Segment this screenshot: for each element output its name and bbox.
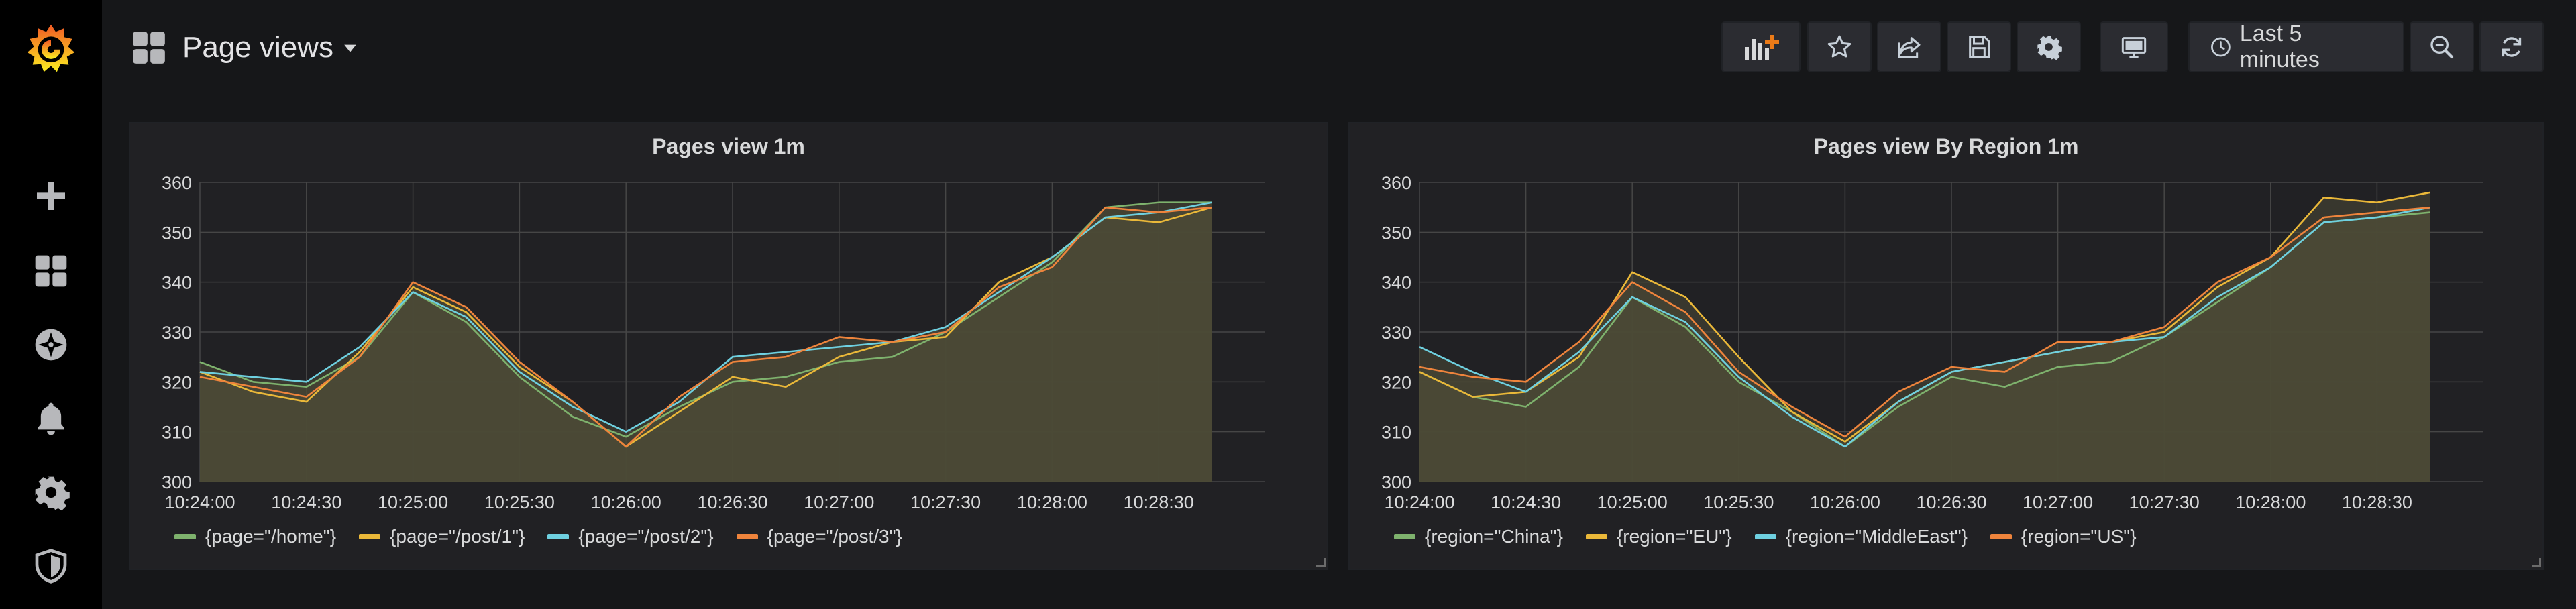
star-icon [1827,35,1851,58]
legend-item-us[interactable]: {region="US"} [1990,526,2137,547]
explore-compass-icon[interactable] [30,323,72,366]
save-icon [1969,36,1990,58]
legend-item-home[interactable]: {page="/home"} [174,526,336,547]
legend-swatch [736,534,758,539]
x-tick-label: 10:24:30 [271,492,341,512]
y-tick-label: 350 [162,223,192,243]
gear-icon [2037,36,2062,60]
save-button[interactable] [1947,21,2011,72]
y-tick-label: 330 [1381,323,1411,343]
y-tick-label: 320 [1381,372,1411,392]
y-tick-label: 310 [1381,423,1411,443]
dashboard-navbar: Page views Last 5 minutes [102,0,2576,101]
x-tick-label: 10:25:00 [378,492,448,512]
legend-label: {page="/home"} [205,526,337,547]
x-tick-label: 10:27:30 [910,492,981,512]
star-button[interactable] [1807,21,1872,72]
bell-icon[interactable] [30,397,72,440]
legend-label: {region="US"} [2021,526,2137,547]
y-tick-label: 320 [162,372,192,392]
refresh-icon [2502,37,2522,57]
legend-swatch [1990,534,2012,539]
y-tick-label: 350 [1381,223,1411,243]
plus-icon[interactable] [30,174,72,217]
zoom-out-icon [2430,36,2454,59]
x-tick-label: 10:24:30 [1491,492,1561,512]
legend-swatch [1585,534,1607,539]
refresh-button[interactable] [2479,21,2544,72]
y-tick-label: 300 [162,472,192,492]
legend-label: {page="/post/3"} [767,526,902,547]
settings-button[interactable] [2017,21,2081,72]
dashboard-title: Page views [182,31,334,64]
x-tick-label: 10:28:30 [2342,492,2412,512]
chart-pages-view-by-region[interactable]: 300 310 320 330 340 350 360 10:24:00 10:24:30 10:… [1350,123,2545,571]
y-tick-label: 330 [162,323,192,343]
add-panel-icon [1745,35,1779,60]
zoom-out-button[interactable] [2410,21,2474,72]
gear-icon[interactable] [30,471,72,514]
legend-label: {page="/post/1"} [390,526,525,547]
x-tick-label: 10:28:00 [2235,492,2306,512]
legend-label: {region="EU"} [1616,526,1732,547]
resize-handle[interactable] [2532,558,2541,567]
legend-swatch [359,534,381,539]
legend: {region="China"} {region="EU"} {region="… [1394,526,2137,547]
chart-pages-view[interactable]: 300 310 320 330 340 350 360 10:24:00 10:24:30 10:… [130,123,1330,571]
dashboards-grid-icon [133,32,165,64]
tv-icon [2121,37,2147,58]
share-icon [1898,37,1921,58]
dashboard-picker[interactable]: Page views [131,25,358,70]
x-tick-label: 10:26:00 [591,492,661,512]
x-tick-label: 10:25:30 [1703,492,1774,512]
series-area [200,207,1212,482]
legend-swatch [1754,534,1776,539]
x-tick-label: 10:26:30 [697,492,767,512]
x-tick-label: 10:24:00 [1384,492,1454,512]
resize-handle[interactable] [1316,558,1326,567]
legend: {page="/home"} {page="/post/1"} {page="/… [174,526,902,547]
legend-item-post-1[interactable]: {page="/post/1"} [359,526,525,547]
y-tick-label: 340 [1381,273,1411,293]
y-tick-label: 340 [162,273,192,293]
x-tick-label: 10:28:00 [1017,492,1087,512]
x-tick-label: 10:28:30 [1124,492,1194,512]
x-tick-label: 10:27:00 [2023,492,2093,512]
dashboards-grid-icon[interactable] [30,250,72,292]
legend-swatch [174,534,196,539]
legend-label: {region="China"} [1425,526,1563,547]
x-tick-label: 10:27:00 [804,492,874,512]
x-tick-label: 10:25:30 [484,492,555,512]
time-range-label: Last 5 minutes [2239,21,2320,72]
tv-mode-button[interactable] [2100,21,2168,72]
legend-swatch [547,534,570,539]
y-tick-label: 310 [162,423,192,443]
x-tick-label: 10:26:00 [1810,492,1880,512]
legend-item-post-2[interactable]: {page="/post/2"} [547,526,714,547]
legend-label: {page="/post/2"} [578,526,714,547]
legend-item-china[interactable]: {region="China"} [1394,526,1563,547]
clock-icon [2211,37,2231,57]
caret-down-icon [344,44,356,52]
x-tick-label: 10:26:30 [1916,492,1986,512]
x-tick-label: 10:27:30 [2129,492,2200,512]
y-tick-label: 360 [1381,173,1411,193]
panel-pages-view-by-region: Pages view By Region 1m 300 310 320 330 340 3… [1348,122,2544,570]
add-panel-button[interactable] [1721,21,1801,72]
legend-swatch [1394,534,1415,539]
share-button[interactable] [1877,21,1941,72]
y-tick-label: 360 [162,173,192,193]
sidebar [0,0,102,609]
grafana-logo-icon[interactable] [21,19,80,78]
shield-icon[interactable] [30,545,72,588]
legend-label: {region="MiddleEast"} [1785,526,1968,547]
panel-pages-view: Pages view 1m 300 310 320 330 340 350 360 10:24… [129,122,1328,570]
time-range-picker[interactable]: Last 5 minutes [2188,21,2404,72]
x-tick-label: 10:24:00 [164,492,235,512]
x-tick-label: 10:25:00 [1597,492,1668,512]
legend-item-post-3[interactable]: {page="/post/3"} [736,526,902,547]
legend-item-middleeast[interactable]: {region="MiddleEast"} [1754,526,1968,547]
legend-item-eu[interactable]: {region="EU"} [1585,526,1732,547]
y-tick-label: 300 [1381,472,1411,492]
